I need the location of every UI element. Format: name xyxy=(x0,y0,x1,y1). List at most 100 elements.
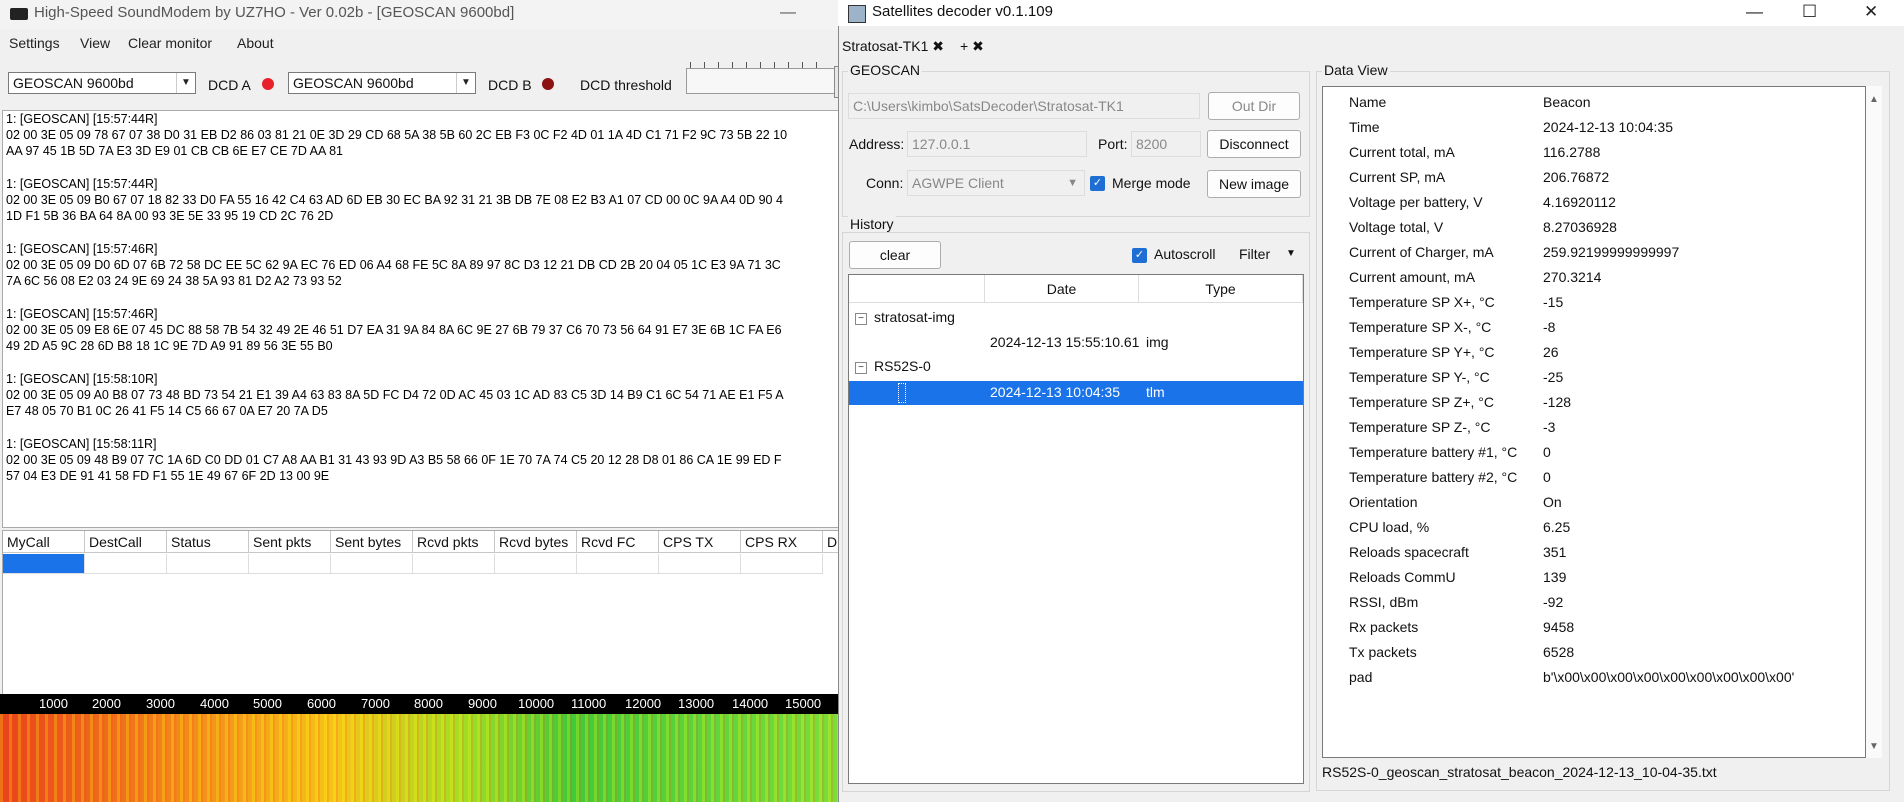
dataview-row[interactable]: Reloads spacecraft 351 xyxy=(1323,541,1843,566)
decoder-tabs: Stratosat-TK1 ✖ + ✖ xyxy=(838,34,1904,60)
tab-stratosat-tk1[interactable]: Stratosat-TK1 ✖ xyxy=(842,38,944,55)
dataview-row[interactable]: pad b'\x00\x00\x00\x00\x00\x00\x00\x00\x0… xyxy=(1323,666,1843,691)
dataview-key: Temperature SP X-, °C xyxy=(1349,319,1492,335)
new-image-button[interactable]: New image xyxy=(1207,170,1301,198)
merge-mode-checkbox[interactable]: ✓ xyxy=(1090,176,1105,191)
history-item-date[interactable]: 2024-12-13 15:55:10.61 xyxy=(990,334,1139,350)
menu-clear-monitor[interactable]: Clear monitor xyxy=(128,35,212,51)
ruler-tick: 11000 xyxy=(571,696,607,711)
table-cell-selected[interactable] xyxy=(3,554,85,574)
dataview-value: 2024-12-13 10:04:35 xyxy=(1543,119,1673,135)
history-item-type[interactable]: img xyxy=(1146,334,1169,350)
conn-select[interactable]: AGWPE Client ▼ xyxy=(907,170,1085,196)
dataview-row[interactable]: Voltage per battery, V 4.16920112 xyxy=(1323,191,1843,216)
autoscroll-checkbox[interactable]: ✓ xyxy=(1132,248,1147,263)
scroll-down-icon[interactable]: ▼ xyxy=(1869,741,1879,752)
dataview-row[interactable]: Temperature SP X+, °C -15 xyxy=(1323,291,1843,316)
minimize-icon[interactable]: — xyxy=(1746,2,1763,22)
history-item-date[interactable]: 2024-12-13 10:04:35 xyxy=(990,384,1120,400)
col-rcvd-bytes[interactable]: Rcvd bytes xyxy=(495,531,577,553)
table-cell[interactable] xyxy=(167,554,249,574)
dataview-row[interactable]: Voltage total, V 8.27036928 xyxy=(1323,216,1843,241)
dataview-row[interactable]: Name Beacon xyxy=(1323,91,1843,116)
chevron-down-icon: ▼ xyxy=(1286,248,1296,259)
dataview-row[interactable]: Current of Charger, mA 259.92199999999997 xyxy=(1323,241,1843,266)
dataview-row[interactable]: Current total, mA 116.2788 xyxy=(1323,141,1843,166)
dataview-row[interactable]: Current SP, mA 206.76872 xyxy=(1323,166,1843,191)
clear-history-button[interactable]: clear xyxy=(849,241,941,269)
col-mycall[interactable]: MyCall xyxy=(3,531,85,553)
address-field[interactable]: 127.0.0.1 xyxy=(907,131,1087,157)
maximize-icon[interactable]: ☐ xyxy=(1802,2,1817,22)
table-cell[interactable] xyxy=(659,554,741,574)
col-rcvd-fc[interactable]: Rcvd FC xyxy=(577,531,659,553)
dataview-row[interactable]: Temperature battery #1, °C 0 xyxy=(1323,441,1843,466)
dataview-row[interactable]: Rx packets 9458 xyxy=(1323,616,1843,641)
tab-close-icon[interactable]: ✖ xyxy=(932,38,944,54)
add-tab-button[interactable]: + ✖ xyxy=(960,38,984,55)
soundmodem-minimize-button[interactable]: — xyxy=(780,4,796,22)
dataview-scrollbar[interactable]: ▲ ▼ xyxy=(1866,86,1882,758)
col-sent-bytes[interactable]: Sent bytes xyxy=(331,531,413,553)
scroll-up-icon[interactable]: ▲ xyxy=(1869,94,1879,105)
history-item-type[interactable]: tlm xyxy=(1146,384,1165,400)
dataview-row[interactable]: Orientation On xyxy=(1323,491,1843,516)
dataview-row[interactable]: CPU load, % 6.25 xyxy=(1323,516,1843,541)
history-tree[interactable]: Date Type xyxy=(848,274,1304,784)
dataview-row[interactable]: Temperature SP Z+, °C -128 xyxy=(1323,391,1843,416)
dataview-row[interactable]: Time 2024-12-13 10:04:35 xyxy=(1323,116,1843,141)
dcd-threshold-slider[interactable] xyxy=(686,68,836,94)
dataview-row[interactable]: Tx packets 6528 xyxy=(1323,641,1843,666)
close-icon[interactable]: ✕ xyxy=(1864,2,1878,22)
modem-a-select[interactable]: GEOSCAN 9600bd ▼ xyxy=(8,72,196,94)
col-date[interactable]: Date xyxy=(985,275,1139,303)
dataview-value: -92 xyxy=(1543,594,1564,610)
dataview-row[interactable]: Temperature SP X-, °C -8 xyxy=(1323,316,1843,341)
collapse-icon[interactable]: − xyxy=(855,362,867,374)
monitor-message: 1: [GEOSCAN] [15:57:46R] 02 00 3E 05 09 … xyxy=(6,306,841,354)
col-rcvd-pkts[interactable]: Rcvd pkts xyxy=(413,531,495,553)
disconnect-button[interactable]: Disconnect xyxy=(1207,130,1301,158)
history-group-rs52s-0[interactable]: RS52S-0 xyxy=(874,358,931,374)
col-sent-pkts[interactable]: Sent pkts xyxy=(249,531,331,553)
dataview-row[interactable]: Reloads CommU 139 xyxy=(1323,566,1843,591)
history-group-stratosat-img[interactable]: stratosat-img xyxy=(874,309,955,325)
dataview-row[interactable]: Temperature SP Z-, °C -3 xyxy=(1323,416,1843,441)
dataview-row[interactable]: RSSI, dBm -92 xyxy=(1323,591,1843,616)
connections-table[interactable]: MyCall DestCall Status Sent pkts Sent by… xyxy=(2,530,841,695)
col-cps-tx[interactable]: CPS TX xyxy=(659,531,741,553)
decoder-titlebar: Satellites decoder v0.1.109 — ☐ ✕ xyxy=(838,0,1904,26)
dataview-row[interactable]: Temperature SP Y-, °C -25 xyxy=(1323,366,1843,391)
monitor-message-header: 1: [GEOSCAN] [15:58:10R] xyxy=(6,372,158,386)
table-cell[interactable] xyxy=(331,554,413,574)
modem-b-select[interactable]: GEOSCAN 9600bd ▼ xyxy=(288,72,476,94)
menu-about[interactable]: About xyxy=(237,35,274,51)
col-cps-rx[interactable]: CPS RX xyxy=(741,531,823,553)
table-cell[interactable] xyxy=(577,554,659,574)
menu-settings[interactable]: Settings xyxy=(9,35,60,51)
table-cell[interactable] xyxy=(85,554,167,574)
table-cell[interactable] xyxy=(413,554,495,574)
port-field[interactable]: 8200 xyxy=(1131,131,1201,157)
col-destcall[interactable]: DestCall xyxy=(85,531,167,553)
menu-view[interactable]: View xyxy=(80,35,110,51)
dataview-row[interactable]: Temperature SP Y+, °C 26 xyxy=(1323,341,1843,366)
table-cell[interactable] xyxy=(741,554,823,574)
monitor-panel[interactable]: 1: [GEOSCAN] [15:57:44R] 02 00 3E 05 09 … xyxy=(2,110,842,528)
monitor-message-data: 02 00 3E 05 09 78 67 07 38 D0 31 EB D2 8… xyxy=(6,128,788,142)
waterfall-spectrum[interactable] xyxy=(0,714,838,802)
out-dir-field[interactable]: C:\Users\kimbo\SatsDecoder\Stratosat-TK1 xyxy=(848,93,1200,119)
dataview-key: CPU load, % xyxy=(1349,519,1430,535)
col-status[interactable]: Status xyxy=(167,531,249,553)
dataview-key: Temperature battery #2, °C xyxy=(1349,469,1518,485)
dataview-row[interactable]: Current amount, mA 270.3214 xyxy=(1323,266,1843,291)
col-type[interactable]: Type xyxy=(1139,275,1303,303)
collapse-icon[interactable]: − xyxy=(855,313,867,325)
table-cell[interactable] xyxy=(249,554,331,574)
dataview-row[interactable]: Temperature battery #2, °C 0 xyxy=(1323,466,1843,491)
filter-dropdown[interactable]: Filter xyxy=(1239,246,1270,262)
dataview-key: Temperature SP X+, °C xyxy=(1349,294,1495,310)
dataview-table[interactable]: Name Beacon Time 2024-12-13 10:04:35 Current… xyxy=(1322,86,1866,758)
table-cell[interactable] xyxy=(495,554,577,574)
out-dir-button[interactable]: Out Dir xyxy=(1208,92,1300,120)
